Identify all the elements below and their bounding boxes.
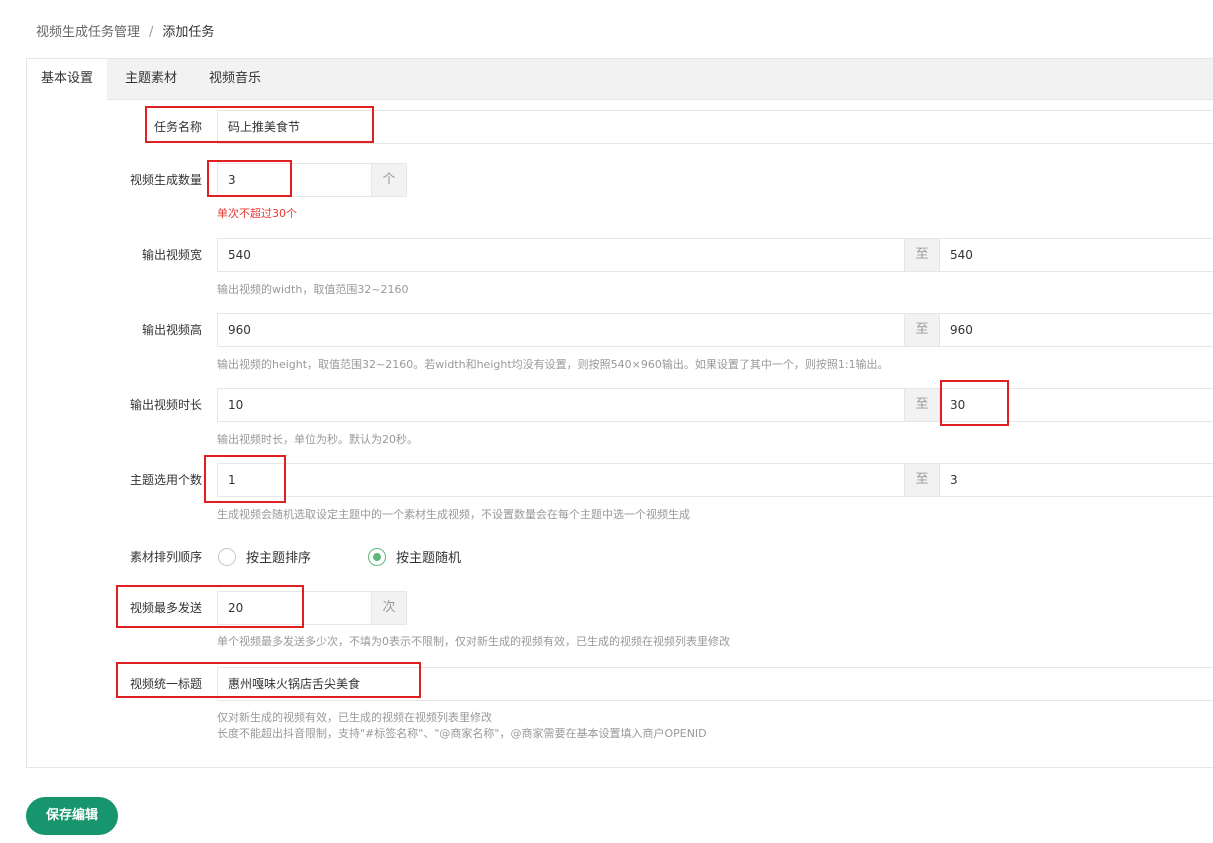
height-to-input[interactable]: 960	[939, 313, 1213, 347]
order-label: 素材排列顺序	[129, 550, 202, 564]
breadcrumb-parent[interactable]: 视频生成任务管理	[36, 25, 140, 40]
max-send-unit: 次	[371, 591, 407, 625]
width-label: 输出视频宽	[141, 248, 202, 262]
height-hint: 输出视频的height，取值范围32~2160。若width和height均没有…	[217, 358, 889, 371]
theme-count-to-input[interactable]: 3	[939, 463, 1213, 497]
duration-to-separator: 至	[904, 388, 940, 422]
video-count-label: 视频生成数量	[129, 173, 202, 187]
width-to-separator: 至	[904, 238, 940, 272]
duration-from-input[interactable]: 10	[217, 388, 905, 422]
title-label: 视频统一标题	[129, 677, 202, 691]
theme-count-to-separator: 至	[904, 463, 940, 497]
tab-basic-settings[interactable]: 基本设置	[27, 59, 108, 100]
tab-bar: 基本设置 主题素材 视频音乐	[27, 59, 1213, 100]
radio-checked-icon	[368, 547, 386, 566]
task-name-input[interactable]: 码上推美食节	[217, 110, 1213, 144]
title-hint-2: 长度不能超出抖音限制，支持"#标签名称"、"@商家名称"，@商家需要在基本设置填…	[217, 727, 707, 740]
max-send-hint: 单个视频最多发送多少次，不填为0表示不限制，仅对新生成的视频有效，已生成的视频在…	[217, 635, 730, 648]
max-send-label: 视频最多发送	[129, 601, 202, 615]
tab-theme-material[interactable]: 主题素材	[111, 59, 191, 99]
video-count-input[interactable]: 3	[217, 163, 372, 197]
width-from-input[interactable]: 540	[217, 238, 905, 272]
video-count-hint: 单次不超过30个	[217, 207, 297, 220]
height-to-separator: 至	[904, 313, 940, 347]
breadcrumb: 视频生成任务管理 / 添加任务	[36, 22, 214, 44]
theme-count-label: 主题选用个数	[129, 473, 202, 487]
duration-label: 输出视频时长	[129, 398, 202, 412]
width-to-input[interactable]: 540	[939, 238, 1213, 272]
video-count-unit: 个	[371, 163, 407, 197]
save-edit-button[interactable]: 保存编辑	[26, 797, 118, 835]
duration-hint: 输出视频时长，单位为秒。默认为20秒。	[217, 433, 418, 446]
task-name-label: 任务名称	[153, 120, 202, 134]
radio-label: 按主题随机	[396, 551, 462, 566]
title-input[interactable]: 惠州嘎味火锅店舌尖美食	[217, 667, 1213, 701]
radio-order-by-theme[interactable]: 按主题排序	[218, 547, 311, 566]
max-send-input[interactable]: 20	[217, 591, 372, 625]
radio-unchecked-icon	[218, 547, 236, 566]
tab-video-music[interactable]: 视频音乐	[195, 59, 275, 99]
duration-to-input[interactable]: 30	[939, 388, 1213, 422]
breadcrumb-separator: /	[149, 25, 154, 40]
radio-label: 按主题排序	[246, 551, 312, 566]
theme-count-hint: 生成视频会随机选取设定主题中的一个素材生成视频，不设置数量会在每个主题中选一个视…	[217, 508, 690, 521]
breadcrumb-current: 添加任务	[162, 25, 215, 40]
width-hint: 输出视频的width，取值范围32~2160	[217, 283, 409, 296]
theme-count-from-input[interactable]: 1	[217, 463, 905, 497]
radio-theme-random[interactable]: 按主题随机	[368, 547, 461, 566]
height-label: 输出视频高	[141, 323, 202, 337]
height-from-input[interactable]: 960	[217, 313, 905, 347]
